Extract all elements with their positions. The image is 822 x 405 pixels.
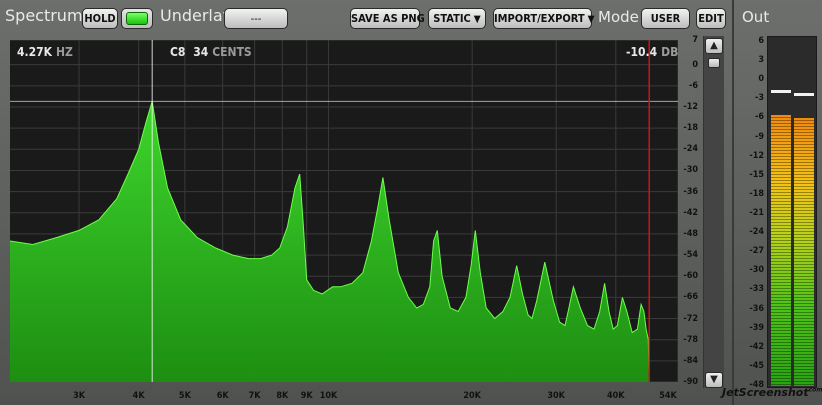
meter-bar-right bbox=[794, 118, 814, 386]
y-tick-label: -78 bbox=[683, 334, 698, 345]
scroll-down-icon[interactable]: ▼ bbox=[705, 372, 723, 388]
y-tick-label: -48 bbox=[683, 228, 698, 239]
meter-tick-label: -45 bbox=[749, 360, 764, 371]
frequency-unit: HZ bbox=[56, 45, 73, 59]
meter-bar-left-headroom bbox=[771, 37, 791, 90]
y-tick-label: -60 bbox=[683, 271, 698, 282]
meter-tick-label: 0 bbox=[758, 74, 764, 85]
meter-bar-left bbox=[771, 115, 791, 386]
meter-tick-label: 3 bbox=[758, 55, 764, 66]
y-axis: 7 0 -6 -12 -18 -24 -30 -36 -42 -48 -54 -60 -66 -72 -78… bbox=[678, 35, 702, 388]
y-tick-label: -36 bbox=[683, 186, 698, 197]
meter-tick-label: -15 bbox=[749, 169, 764, 180]
watermark-text: JetScreenshot bbox=[722, 386, 809, 399]
toolbar: Spectrum HOLD Underlay --- SAVE AS PNG S… bbox=[0, 0, 730, 36]
spectrum-title: Spectrum bbox=[5, 6, 83, 25]
y-tick-label: -30 bbox=[683, 165, 698, 176]
meter-tick-label: -27 bbox=[749, 246, 764, 257]
x-tick-label: 20K bbox=[463, 391, 481, 401]
import-export-label: IMPORT/EXPORT bbox=[494, 12, 585, 25]
x-tick-label: 9K bbox=[300, 391, 313, 401]
meter-bar-right-headroom bbox=[794, 37, 814, 93]
cents-unit: CENTS bbox=[212, 45, 252, 59]
y-tick-label: -90 bbox=[683, 377, 698, 387]
spectrum-area bbox=[10, 101, 650, 382]
level-readout: -10.4 DB bbox=[626, 45, 678, 59]
x-tick-label: 3K bbox=[73, 391, 85, 401]
save-as-png-button[interactable]: SAVE AS PNG bbox=[350, 8, 425, 29]
meter-tick-label: -18 bbox=[749, 188, 764, 199]
y-tick-label: 7 bbox=[692, 35, 698, 45]
x-axis: 3K 4K 5K 6K 7K 8K 9K 10K 20K 30K 40K 54K bbox=[10, 388, 678, 405]
edit-button[interactable]: EDIT bbox=[696, 8, 726, 29]
meter-tick-label: -12 bbox=[749, 150, 764, 161]
out-title: Out bbox=[742, 8, 770, 26]
spectrum-chart bbox=[10, 40, 678, 382]
meter-tick-label: 6 bbox=[758, 36, 764, 46]
x-tick-label: 30K bbox=[547, 391, 565, 401]
y-tick-label: -54 bbox=[683, 250, 698, 261]
x-tick-label: 10K bbox=[319, 391, 338, 401]
frequency-value: 4.27K bbox=[17, 45, 53, 59]
hold-toggle[interactable] bbox=[121, 8, 153, 29]
scroll-up-icon[interactable]: ▲ bbox=[705, 38, 723, 54]
note-value: C8 bbox=[170, 45, 186, 59]
y-tick-label: -84 bbox=[683, 355, 698, 366]
underlay-select[interactable]: --- bbox=[224, 8, 288, 29]
static-dropdown[interactable]: STATIC ▼ bbox=[428, 8, 486, 29]
y-tick-label: -42 bbox=[683, 207, 698, 218]
level-value: -10.4 bbox=[626, 45, 658, 59]
hold-led-icon bbox=[126, 12, 148, 25]
meter-tick-label: -36 bbox=[749, 303, 764, 314]
meter-tick-label: -6 bbox=[755, 112, 764, 123]
meter-tick-label: -30 bbox=[749, 265, 764, 276]
output-meter-panel: Out 6 3 0 -3 -6 -9 -12 -15 -18 -21 -24 -27 -30 -33 -36… bbox=[732, 0, 822, 405]
user-mode-button[interactable]: USER bbox=[641, 8, 690, 29]
y-tick-label: -12 bbox=[683, 101, 698, 112]
hold-button[interactable]: HOLD bbox=[82, 8, 118, 29]
watermark: JetScreenshotcom bbox=[722, 386, 822, 399]
spectrum-plot[interactable]: 4.27K HZ C8 34 CENTS -10.4 DB bbox=[10, 40, 678, 382]
meter-bar-left-peak bbox=[771, 89, 791, 93]
y-tick-label: -18 bbox=[683, 123, 698, 134]
scroll-thumb[interactable] bbox=[708, 58, 720, 68]
output-meter bbox=[767, 36, 817, 388]
underlay-label: Underlay bbox=[160, 6, 233, 25]
x-tick-label: 54K bbox=[659, 391, 677, 401]
x-tick-label: 7K bbox=[248, 391, 261, 401]
chevron-down-icon: ▼ bbox=[587, 14, 595, 25]
x-tick-label: 5K bbox=[178, 391, 191, 401]
vertical-scrollbar[interactable]: ▲ ▼ bbox=[703, 36, 724, 388]
watermark-suffix: com bbox=[808, 386, 822, 394]
y-tick-label: -6 bbox=[689, 80, 698, 91]
chevron-down-icon: ▼ bbox=[473, 14, 481, 25]
static-label: STATIC bbox=[433, 12, 471, 25]
x-tick-label: 6K bbox=[216, 391, 229, 401]
meter-tick-label: -9 bbox=[755, 131, 764, 142]
meter-tick-label: -33 bbox=[749, 284, 764, 295]
meter-tick-label: -24 bbox=[749, 227, 764, 238]
x-tick-label: 4K bbox=[132, 391, 145, 401]
import-export-dropdown[interactable]: IMPORT/EXPORT ▼ bbox=[493, 8, 595, 29]
level-unit: DB bbox=[661, 45, 678, 59]
cents-value: 34 bbox=[193, 45, 209, 59]
note-readout: C8 34 CENTS bbox=[170, 45, 252, 59]
y-tick-label: -72 bbox=[683, 313, 698, 324]
meter-tick-label: -3 bbox=[755, 93, 764, 104]
y-tick-label: 0 bbox=[692, 59, 698, 70]
meter-tick-label: -21 bbox=[749, 208, 764, 218]
meter-tick-label: -42 bbox=[749, 341, 764, 352]
meter-tick-label: -39 bbox=[749, 322, 764, 333]
mode-label: Mode bbox=[598, 8, 639, 26]
y-tick-label: -24 bbox=[683, 144, 698, 155]
frequency-readout: 4.27K HZ bbox=[17, 45, 73, 59]
meter-bar-right-peak bbox=[794, 92, 814, 96]
x-tick-label: 8K bbox=[276, 391, 289, 401]
x-tick-label: 40K bbox=[607, 391, 625, 401]
y-tick-label: -66 bbox=[683, 292, 698, 303]
